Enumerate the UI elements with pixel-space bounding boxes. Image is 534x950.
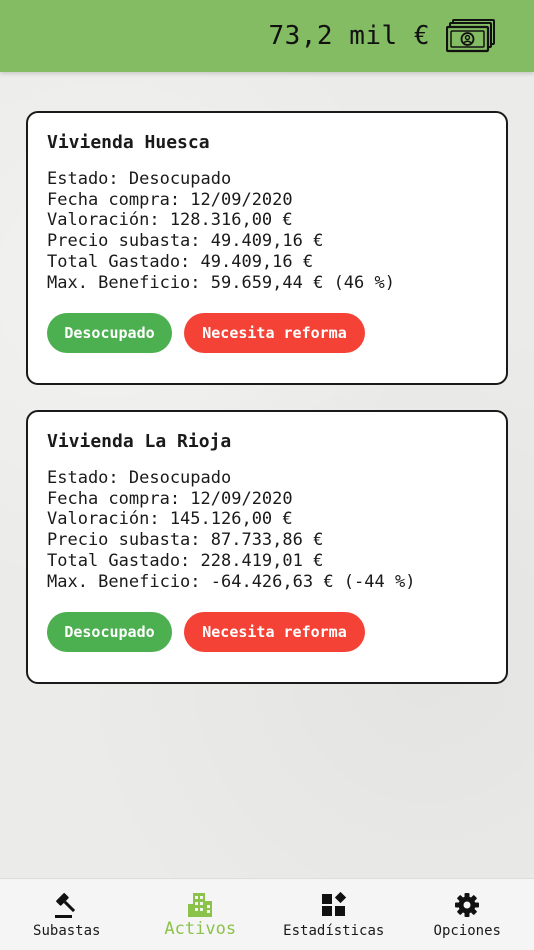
property-details: Estado: Desocupado Fecha compra: 12/09/2…: [47, 468, 487, 592]
detail-total-gastado: Total Gastado: 49.409,16 €: [47, 251, 314, 272]
property-title: Vivienda Huesca: [47, 132, 210, 153]
nav-label: Activos: [164, 919, 237, 939]
reform-tag[interactable]: Necesita reforma: [184, 313, 365, 353]
detail-estado: Estado: Desocupado: [47, 468, 232, 488]
detail-max-beneficio: Max. Beneficio: 59.659,44 € (46 %): [47, 272, 395, 293]
money-icon: [446, 19, 495, 53]
reform-tag[interactable]: Necesita reforma: [184, 612, 365, 652]
property-details: Estado: Desocupado Fecha compra: 12/09/2…: [47, 169, 487, 293]
nav-label: Subastas: [33, 923, 101, 939]
property-tags: Desocupado Necesita reforma: [47, 612, 365, 652]
property-card[interactable]: Vivienda Huesca Estado: Desocupado Fecha…: [26, 111, 508, 385]
widgets-icon: [321, 891, 346, 916]
detail-estado: Estado: Desocupado: [47, 169, 232, 189]
occupancy-tag[interactable]: Desocupado: [47, 313, 172, 353]
detail-valoracion: Valoración: 145.126,00 €: [47, 509, 293, 530]
detail-valoracion: Valoración: 128.316,00 €: [47, 210, 293, 231]
top-bar: 73,2 mil €: [0, 0, 534, 72]
nav-item-opciones[interactable]: Opciones: [401, 879, 534, 950]
nav-label: Estadísticas: [283, 923, 385, 939]
detail-precio-subasta: Precio subasta: 87.733,86 €: [47, 530, 324, 551]
detail-fecha-compra: Fecha compra: 12/09/2020: [47, 488, 293, 509]
nav-item-subastas[interactable]: Subastas: [0, 879, 134, 950]
nav-item-estadisticas[interactable]: Estadísticas: [267, 879, 401, 950]
property-card[interactable]: Vivienda La Rioja Estado: Desocupado Fec…: [26, 410, 508, 684]
gear-icon: [455, 893, 480, 917]
bottom-navigation: Subastas Activos Estadísticas Opciones: [0, 878, 534, 950]
occupancy-tag[interactable]: Desocupado: [47, 612, 172, 652]
gavel-icon: [54, 893, 75, 918]
nav-item-activos[interactable]: Activos: [134, 879, 268, 950]
detail-precio-subasta: Precio subasta: 49.409,16 €: [47, 231, 324, 252]
detail-max-beneficio: Max. Beneficio: -64.426,63 € (-44 %): [47, 571, 416, 592]
property-tags: Desocupado Necesita reforma: [47, 313, 365, 353]
buildings-icon: [188, 893, 213, 917]
balance-amount: 73,2 mil €: [268, 21, 430, 51]
detail-total-gastado: Total Gastado: 228.419,01 €: [47, 550, 324, 571]
property-title: Vivienda La Rioja: [47, 431, 232, 452]
detail-fecha-compra: Fecha compra: 12/09/2020: [47, 189, 293, 210]
nav-label: Opciones: [433, 923, 501, 939]
